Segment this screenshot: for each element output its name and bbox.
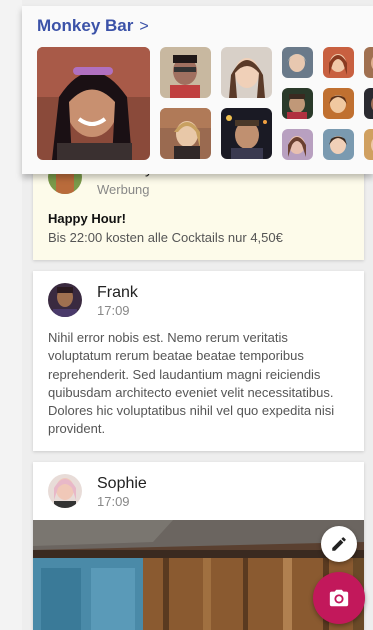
post-time: 17:09: [97, 303, 130, 318]
photo-tile[interactable]: [323, 129, 354, 160]
post-text: Nihil error nobis est. Nemo rerum verita…: [48, 330, 335, 437]
venue-title: Monkey Bar: [37, 16, 134, 35]
ad-label: Werbung: [97, 182, 150, 197]
post-card-frank[interactable]: Frank 17:09 Nihil error nobis est. Nemo …: [33, 271, 364, 451]
photo-tile[interactable]: [323, 88, 354, 119]
photo-tile[interactable]: [364, 129, 373, 160]
chevron-right-icon: >: [139, 18, 149, 35]
ad-text: Bis 22:00 kosten alle Cocktails nur 4,50…: [48, 230, 283, 245]
photo-tile[interactable]: [282, 129, 313, 160]
photo-tile[interactable]: [364, 88, 373, 119]
avatar[interactable]: [48, 283, 82, 317]
camera-icon: [329, 589, 349, 607]
photo-tile[interactable]: [160, 47, 211, 98]
post-photo[interactable]: [33, 520, 364, 630]
photo-tile[interactable]: [282, 88, 313, 119]
photo-tile[interactable]: [221, 108, 272, 159]
avatar[interactable]: [48, 474, 82, 508]
ad-card[interactable]: Monkey Bar Werbung Happy Hour! Bis 22:00…: [33, 160, 364, 260]
photo-tile-featured[interactable]: [37, 47, 150, 160]
photo-tile[interactable]: [282, 47, 313, 78]
pencil-icon: [332, 537, 346, 551]
post-author[interactable]: Frank: [97, 284, 138, 302]
venue-title-link[interactable]: Monkey Bar >: [37, 16, 149, 36]
photo-tile[interactable]: [221, 47, 272, 98]
edit-button[interactable]: [321, 526, 357, 562]
photo-tile[interactable]: [364, 47, 373, 78]
venue-header: Monkey Bar >: [22, 6, 373, 174]
camera-button[interactable]: [313, 572, 365, 624]
ad-headline: Happy Hour!: [48, 211, 126, 226]
photo-tile[interactable]: [160, 108, 211, 159]
photo-tile[interactable]: [323, 47, 354, 78]
post-author[interactable]: Sophie: [97, 475, 147, 493]
post-time: 17:09: [97, 494, 130, 509]
